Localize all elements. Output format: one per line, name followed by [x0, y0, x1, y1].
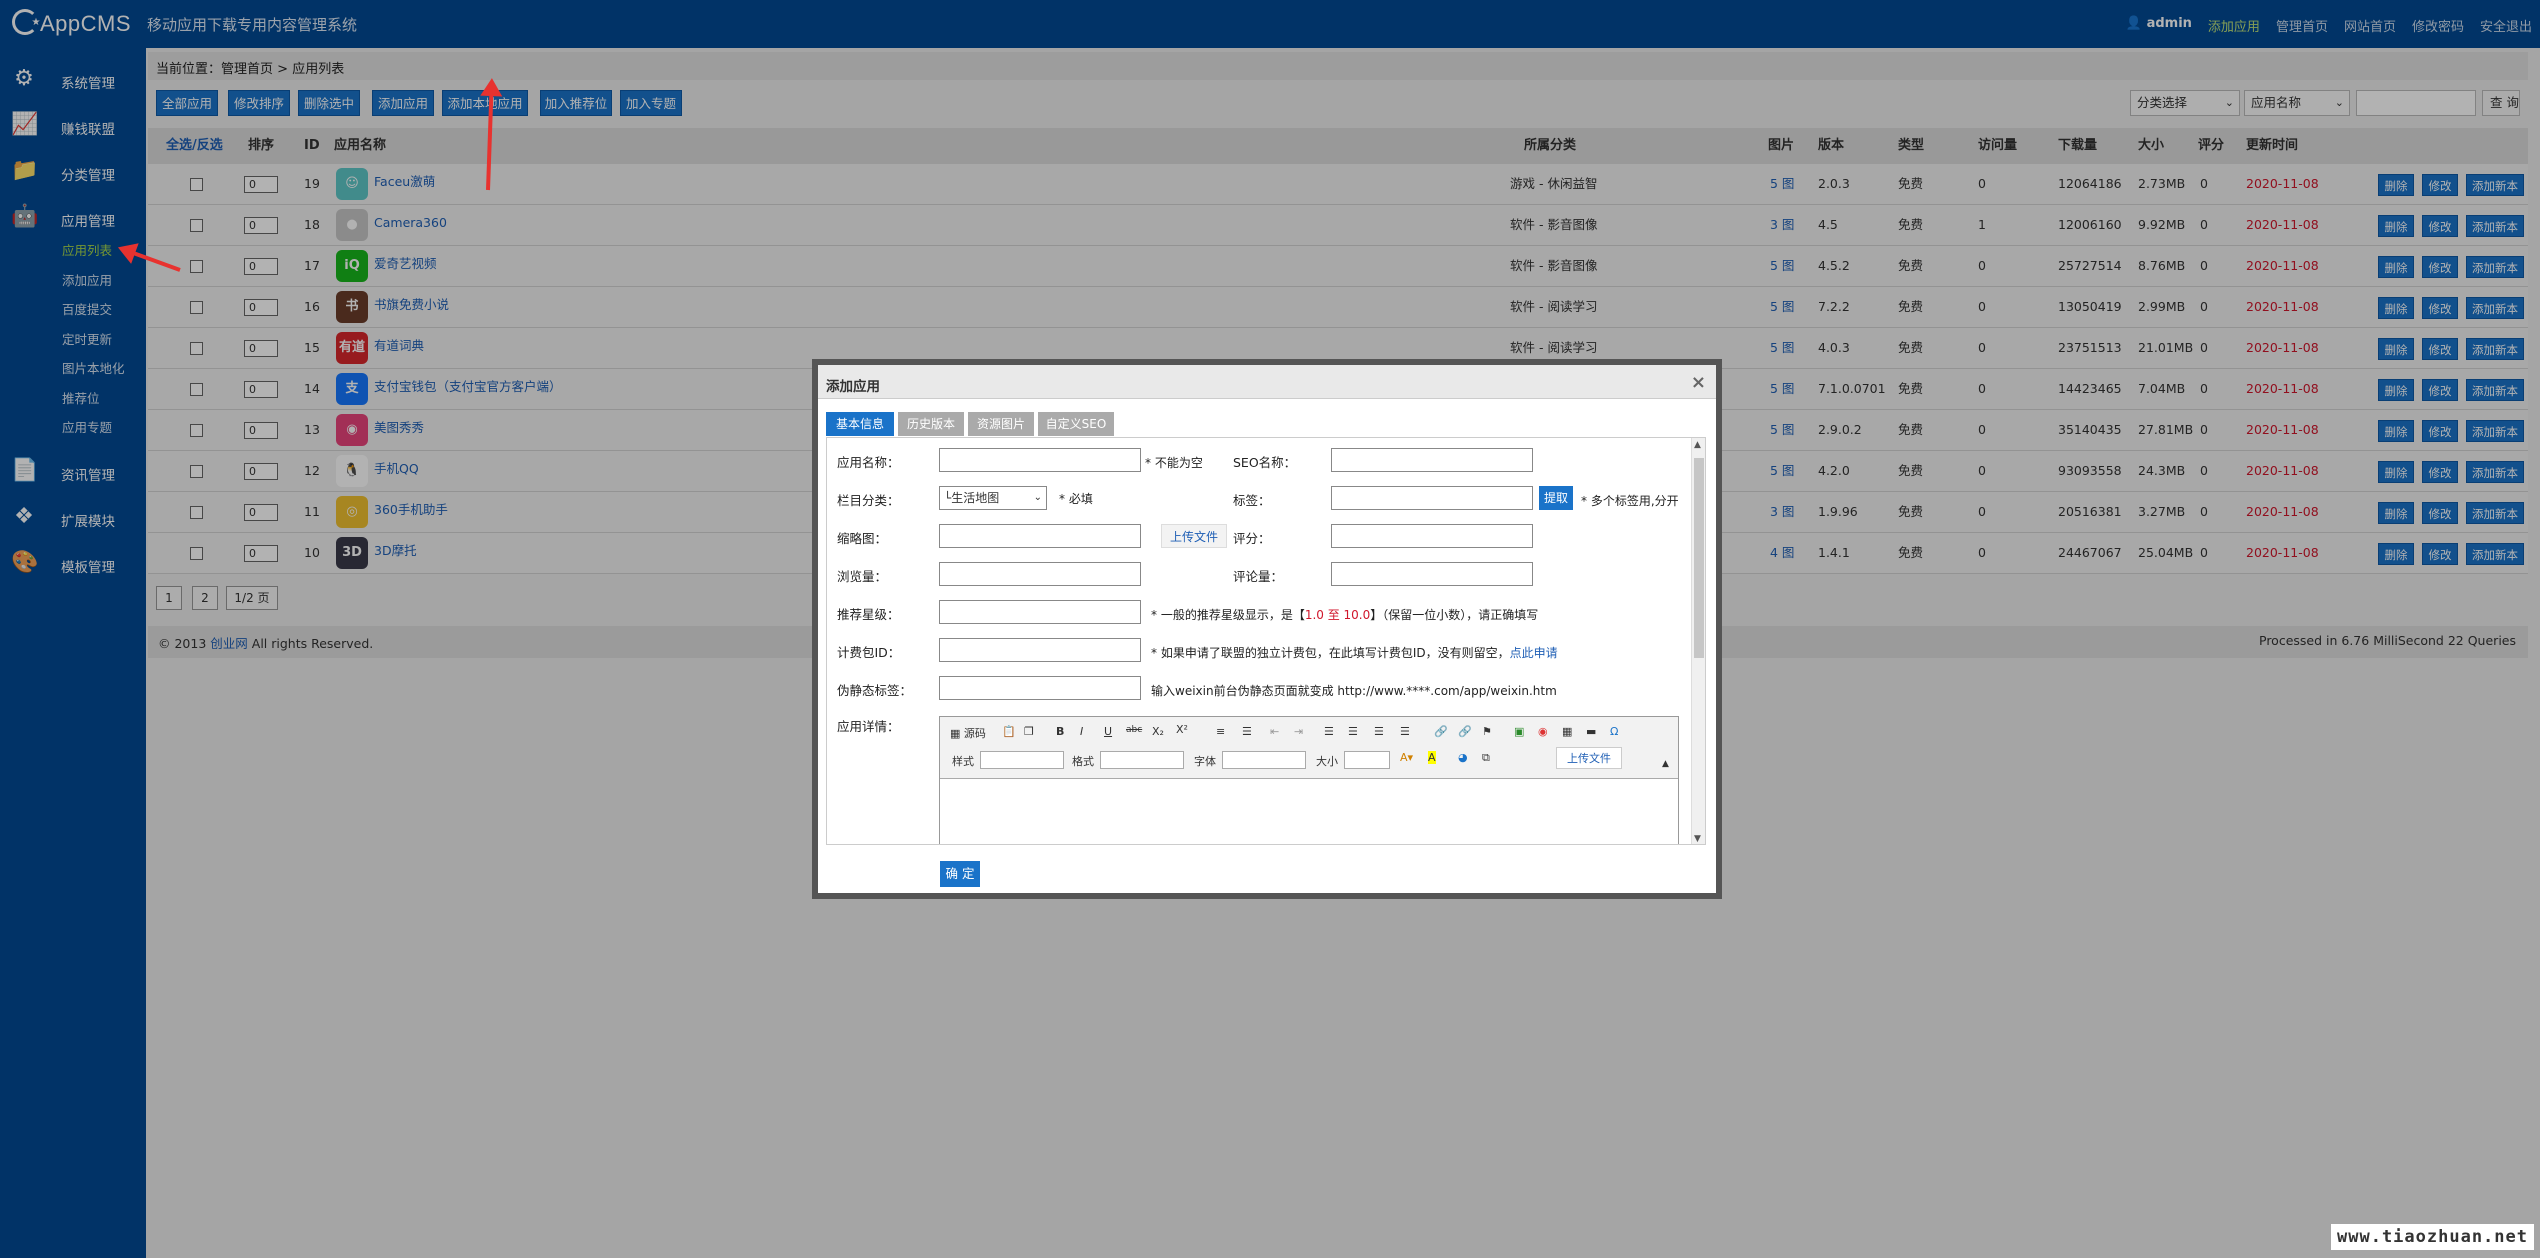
font-select[interactable] — [1222, 751, 1306, 769]
size-label: 大小 — [1316, 755, 1338, 768]
rich-text-editor: ▦ 源码 📋 ❐ B I U abc X₂ X² ≡ ☰ ⇤ ⇥ ☰ ☰ ☰ ☰… — [939, 716, 1679, 844]
label-pkg: 计费包ID： — [837, 645, 901, 660]
score-input[interactable] — [1331, 524, 1533, 548]
maximize-icon[interactable]: ⧉ — [1482, 751, 1490, 765]
label-detail: 应用详情： — [837, 719, 900, 734]
unlink-icon[interactable]: 🔗 — [1458, 725, 1472, 738]
dialog-title: 添加应用 × — [818, 365, 1716, 399]
category-select[interactable]: └生活地图 ⌄ — [939, 486, 1047, 510]
label-views: 浏览量： — [837, 569, 888, 584]
note-stars-range: 1.0 至 10.0 — [1304, 608, 1371, 622]
note-stars: * 一般的推荐星级显示，是【1.0 至 10.0】（保留一位小数），请正确填写 — [1151, 606, 1538, 623]
paste-icon[interactable]: 📋 — [1002, 725, 1016, 738]
dialog-form: 应用名称： * 不能为空 栏目分类： └生活地图 ⌄ * 必填 缩略图： 上传文件… — [826, 437, 1706, 845]
flash-icon[interactable]: ◉ — [1538, 725, 1548, 738]
editor-toolbar: ▦ 源码 📋 ❐ B I U abc X₂ X² ≡ ☰ ⇤ ⇥ ☰ ☰ ☰ ☰… — [940, 717, 1678, 779]
comments-input[interactable] — [1331, 562, 1533, 586]
label-tags: 标签： — [1233, 493, 1271, 508]
watermark: www.tiaozhuan.net — [2331, 1224, 2534, 1250]
note-stars-a: * 一般的推荐星级显示，是【 — [1151, 608, 1305, 622]
tab-basic[interactable]: 基本信息 — [826, 412, 894, 436]
pkg-input[interactable] — [939, 638, 1141, 662]
outdent-icon[interactable]: ⇤ — [1270, 725, 1279, 738]
upload-thumb-label: 上传文件 — [1169, 530, 1218, 544]
upload-thumb-button[interactable]: 上传文件 — [1161, 524, 1227, 548]
views-input[interactable] — [939, 562, 1141, 586]
size-select[interactable] — [1344, 751, 1390, 769]
indent-icon[interactable]: ⇥ — [1294, 725, 1303, 738]
align-right-icon[interactable]: ☰ — [1374, 725, 1384, 738]
justify-icon[interactable]: ☰ — [1400, 725, 1410, 738]
format-label: 格式 — [1072, 755, 1094, 768]
tab-images[interactable]: 资源图片 — [968, 412, 1034, 436]
label-comments: 评论量： — [1233, 569, 1284, 584]
dialog-scrollbar[interactable]: ▲ ▼ — [1691, 438, 1705, 844]
table-icon[interactable]: ▦ — [1562, 725, 1572, 738]
static-tag-input[interactable] — [939, 676, 1141, 700]
hr-icon[interactable]: ▬ — [1586, 725, 1596, 738]
note-notempty: * 不能为空 — [1145, 456, 1203, 470]
strike-icon[interactable]: abc — [1126, 725, 1142, 735]
label-category: 栏目分类： — [837, 493, 900, 508]
app-name-input[interactable] — [939, 448, 1141, 472]
bg-color-icon[interactable]: A — [1428, 751, 1436, 764]
label-seo: SEO名称： — [1233, 455, 1297, 470]
note-stars-b: 】（保留一位小数），请正确填写 — [1370, 608, 1539, 622]
text-color-icon[interactable]: A▾ — [1400, 751, 1413, 764]
label-score: 评分： — [1233, 531, 1271, 546]
dialog-title-text: 添加应用 — [826, 379, 880, 395]
align-left-icon[interactable]: ☰ — [1324, 725, 1334, 738]
editor-source-button[interactable]: ▦ 源码 — [950, 725, 986, 741]
underline-icon[interactable]: U — [1104, 725, 1112, 738]
note-pkg-a: * 如果申请了联盟的独立计费包，在此填写计费包ID，没有则留空， — [1151, 646, 1510, 660]
label-stars: 推荐星级： — [837, 607, 900, 622]
extract-button[interactable]: 提取 — [1539, 486, 1573, 510]
collapse-icon[interactable]: ▲ — [1662, 759, 1669, 769]
editor-source-label: 源码 — [963, 727, 986, 740]
seo-name-input[interactable] — [1331, 448, 1533, 472]
tags-input[interactable] — [1331, 486, 1533, 510]
image-icon[interactable]: ▣ — [1514, 725, 1524, 738]
format-select[interactable] — [1100, 751, 1184, 769]
note-required: * 必填 — [1059, 492, 1093, 506]
bullet-list-icon[interactable]: ☰ — [1242, 725, 1252, 738]
label-thumb: 缩略图： — [837, 531, 888, 546]
special-char-icon[interactable]: Ω — [1610, 725, 1618, 738]
note-pkg: * 如果申请了联盟的独立计费包，在此填写计费包ID，没有则留空，点此申请 — [1151, 644, 1558, 661]
note-static: 输入weixin前台伪静态页面就变成 http://www.****.com/a… — [1151, 684, 1557, 698]
label-static: 伪静态标签： — [837, 683, 913, 698]
thumb-input[interactable] — [939, 524, 1141, 548]
close-icon[interactable]: × — [1691, 372, 1706, 393]
align-center-icon[interactable]: ☰ — [1348, 725, 1358, 738]
tab-history[interactable]: 历史版本 — [898, 412, 964, 436]
category-select-value: └生活地图 — [944, 491, 1000, 505]
italic-icon[interactable]: I — [1080, 725, 1083, 738]
confirm-button[interactable]: 确 定 — [940, 861, 980, 887]
label-name: 应用名称： — [837, 455, 900, 470]
scroll-down-icon[interactable]: ▼ — [1694, 834, 1701, 844]
anchor-icon[interactable]: ⚑ — [1482, 725, 1492, 738]
editor-content-area[interactable] — [940, 779, 1678, 844]
link-icon[interactable]: 🔗 — [1434, 725, 1448, 738]
bold-icon[interactable]: B — [1056, 725, 1064, 738]
note-tags: * 多个标签用,分开 — [1581, 494, 1679, 508]
scroll-thumb[interactable] — [1694, 458, 1704, 658]
ordered-list-icon[interactable]: ≡ — [1216, 725, 1225, 738]
subscript-icon[interactable]: X₂ — [1152, 725, 1164, 738]
superscript-icon[interactable]: X² — [1176, 723, 1188, 736]
font-label: 字体 — [1194, 755, 1216, 768]
chevron-down-icon: ⌄ — [1033, 492, 1042, 503]
tab-seo[interactable]: 自定义SEO — [1038, 412, 1114, 436]
editor-upload-button[interactable]: 上传文件 — [1556, 747, 1622, 769]
stars-input[interactable] — [939, 600, 1141, 624]
style-label: 样式 — [952, 755, 974, 768]
style-select[interactable] — [980, 751, 1064, 769]
add-app-dialog: 添加应用 × 基本信息 历史版本 资源图片 自定义SEO 应用名称： * 不能为空… — [812, 359, 1722, 899]
scroll-up-icon[interactable]: ▲ — [1694, 440, 1701, 450]
globe-icon[interactable]: ◕ — [1458, 751, 1468, 764]
copy-icon[interactable]: ❐ — [1024, 725, 1034, 738]
apply-link[interactable]: 点此申请 — [1510, 646, 1558, 660]
